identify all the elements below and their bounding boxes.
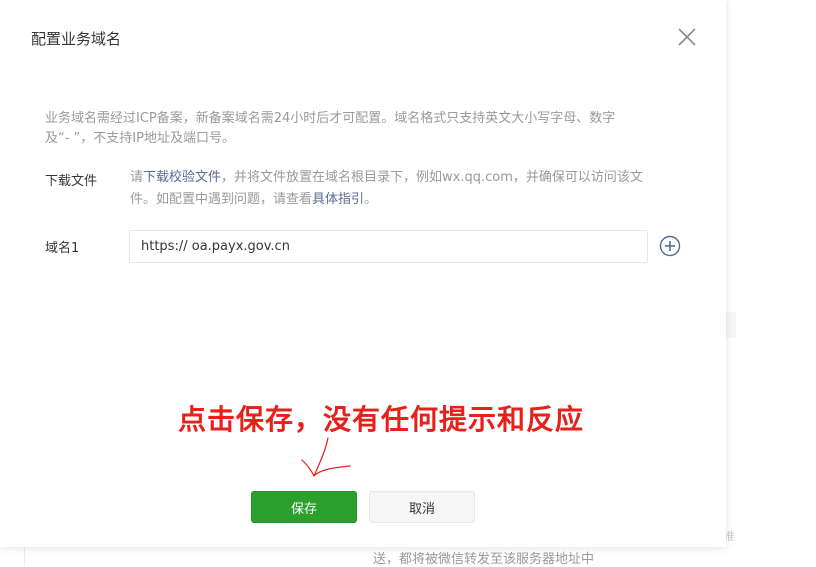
add-domain-button[interactable]	[659, 235, 681, 257]
domain-description: 业务域名需经过ICP备案，新备案域名需24小时后才可配置。域名格式只支持英文大小…	[45, 109, 665, 149]
download-verification-file-link[interactable]: 下载校验文件	[143, 170, 221, 185]
download-instructions: 请下载校验文件，并将文件放置在域名根目录下，例如wx.qq.com，并确保可以访…	[130, 167, 690, 211]
download-file-label: 下载文件	[45, 174, 98, 189]
configure-domain-dialog: 配置业务域名 业务域名需经过ICP备案，新备案域名需24小时后才可配置。域名格式…	[0, 0, 726, 547]
close-icon	[678, 28, 696, 46]
download-line2-prefix: 件。如配置中遇到问题，请查看	[130, 192, 313, 207]
dialog-title: 配置业务域名	[31, 30, 122, 48]
download-prefix: 请	[130, 170, 144, 185]
red-annotation-text: 点击保存，没有任何提示和反应	[178, 403, 585, 436]
close-button[interactable]	[676, 26, 698, 48]
domain-1-input[interactable]	[191, 239, 572, 254]
description-line-2: 及“- ”，不支持IP地址及端口号。	[45, 131, 235, 146]
description-line-1: 业务域名需经过ICP备案，新备案域名需24小时后才可配置。域名格式只支持英文大小…	[45, 111, 616, 126]
cancel-button[interactable]: 取消	[369, 491, 475, 523]
download-suffix: 。	[364, 192, 378, 207]
download-middle-text: ，并将文件放置在域名根目录下，例如wx.qq.com，并确保可以访问该文	[221, 170, 643, 185]
hand-drawn-arrow-icon	[301, 437, 351, 477]
domain-1-label: 域名1	[45, 241, 80, 256]
background-under-text: 送，都将被微信转发至该服务器地址中	[373, 552, 595, 567]
guide-link[interactable]: 具体指引	[312, 192, 364, 207]
protocol-prefix: https://	[141, 239, 188, 254]
save-button[interactable]: 保存	[251, 491, 357, 523]
background-strip	[726, 312, 736, 338]
plus-circle-icon	[659, 235, 681, 257]
domain-1-field[interactable]: https://	[129, 230, 648, 263]
